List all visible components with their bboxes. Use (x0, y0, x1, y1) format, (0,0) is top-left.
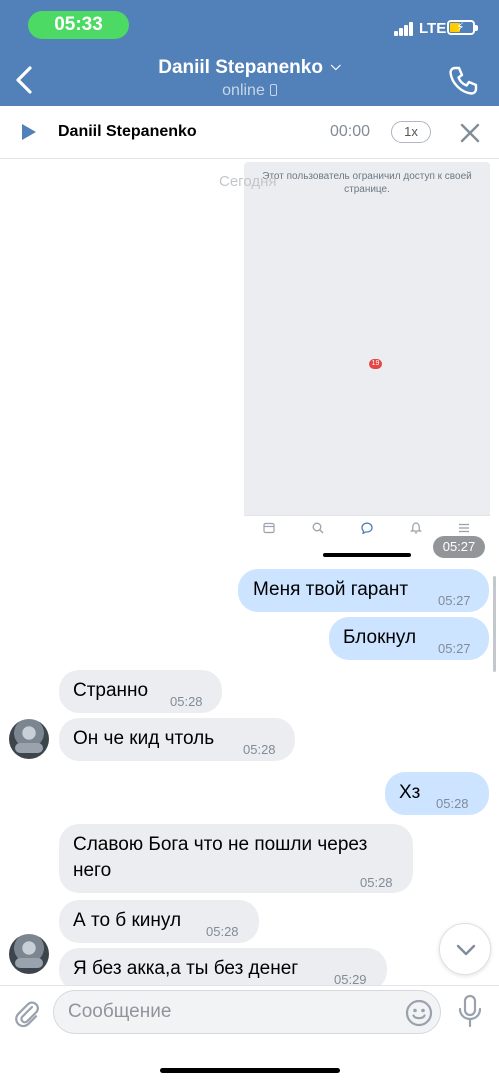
message-bubble[interactable]: Он че кид чтоль 05:28 (59, 718, 295, 761)
date-separator: Сегодня (219, 173, 277, 190)
message-input[interactable] (68, 999, 388, 1025)
message-time: 05:29 (334, 972, 367, 985)
message-time: 05:27 (438, 593, 471, 608)
signal-icon (394, 22, 416, 36)
message-bubble[interactable]: Славою Бога что не пошли через него 05:2… (59, 824, 413, 893)
chevron-down-icon: ⌵ (330, 58, 341, 73)
message-text: Славою Бога что не пошли через него (73, 834, 368, 881)
emoji-button[interactable] (405, 999, 433, 1027)
attach-button[interactable] (12, 998, 42, 1028)
messages-icon (361, 522, 373, 534)
image-badge: 19 (369, 359, 382, 369)
image-attachment-text: Этот пользователь ограничил доступ к сво… (262, 171, 472, 195)
contact-name: Daniil Stepanenko (158, 57, 323, 78)
message-text: Хз (399, 782, 421, 803)
avatar[interactable] (9, 719, 49, 759)
message-bubble[interactable]: Меня твой гарант 05:27 (238, 569, 489, 612)
contact-status: online (0, 82, 499, 100)
scroll-down-button[interactable] (439, 923, 491, 975)
mobile-icon (269, 84, 277, 96)
message-text: Блокнул (343, 627, 417, 648)
playback-speed-button[interactable]: 1x (391, 121, 431, 143)
home-indicator (160, 1068, 340, 1073)
search-icon (312, 522, 324, 534)
player-track-name: Daniil Stepanenko (58, 123, 197, 140)
close-player-button[interactable] (459, 122, 481, 144)
menu-icon (459, 523, 469, 533)
message-time: 05:27 (438, 641, 471, 656)
message-time: 05:28 (170, 694, 203, 709)
network-label: LTE (419, 20, 447, 37)
image-attachment[interactable] (244, 162, 490, 558)
chevron-down-icon (456, 944, 476, 956)
image-home-indicator (323, 553, 411, 557)
message-text: Меня твой гарант (253, 579, 409, 600)
message-composer (0, 985, 499, 1080)
message-time: 05:28 (360, 875, 393, 890)
contact-name-dropdown[interactable]: Daniil Stepanenko ⌵ (0, 57, 499, 79)
message-time: 05:28 (206, 924, 239, 939)
status-time: 05:33 (28, 11, 129, 39)
message-time: 05:28 (243, 742, 276, 757)
message-bubble[interactable]: Странно 05:28 (59, 670, 222, 713)
avatar[interactable] (9, 934, 49, 974)
message-text: Он че кид чтоль (73, 728, 215, 749)
call-button[interactable] (446, 64, 480, 98)
message-text: Я без акка,а ты без денег (73, 958, 299, 979)
message-time: 05:28 (436, 796, 469, 811)
notifications-icon (410, 522, 422, 534)
message-bubble[interactable]: А то б кинул 05:28 (59, 900, 259, 943)
image-timestamp: 05:27 (433, 536, 485, 558)
message-bubble[interactable]: Я без акка,а ты без денег 05:29 (59, 948, 387, 985)
message-list[interactable]: Этот пользователь ограничил доступ к сво… (0, 159, 499, 985)
scrollbar[interactable] (493, 576, 496, 672)
message-input-box[interactable] (53, 990, 441, 1034)
message-text: А то б кинул (73, 910, 182, 931)
audio-player-bar: Daniil Stepanenko 00:00 1x (0, 106, 499, 159)
play-button[interactable] (22, 124, 36, 140)
online-status: online (222, 82, 265, 99)
microphone-button[interactable] (455, 994, 485, 1028)
news-icon (263, 522, 275, 534)
chat-header: 05:33 LTE ⚡ Daniil Stepanenko ⌵ online (0, 0, 499, 106)
message-bubble[interactable]: Хз 05:28 (385, 772, 489, 815)
player-time: 00:00 (330, 123, 371, 140)
message-text: Странно (73, 680, 149, 701)
battery-icon: ⚡ (447, 20, 478, 35)
message-bubble[interactable]: Блокнул 05:27 (329, 617, 489, 660)
